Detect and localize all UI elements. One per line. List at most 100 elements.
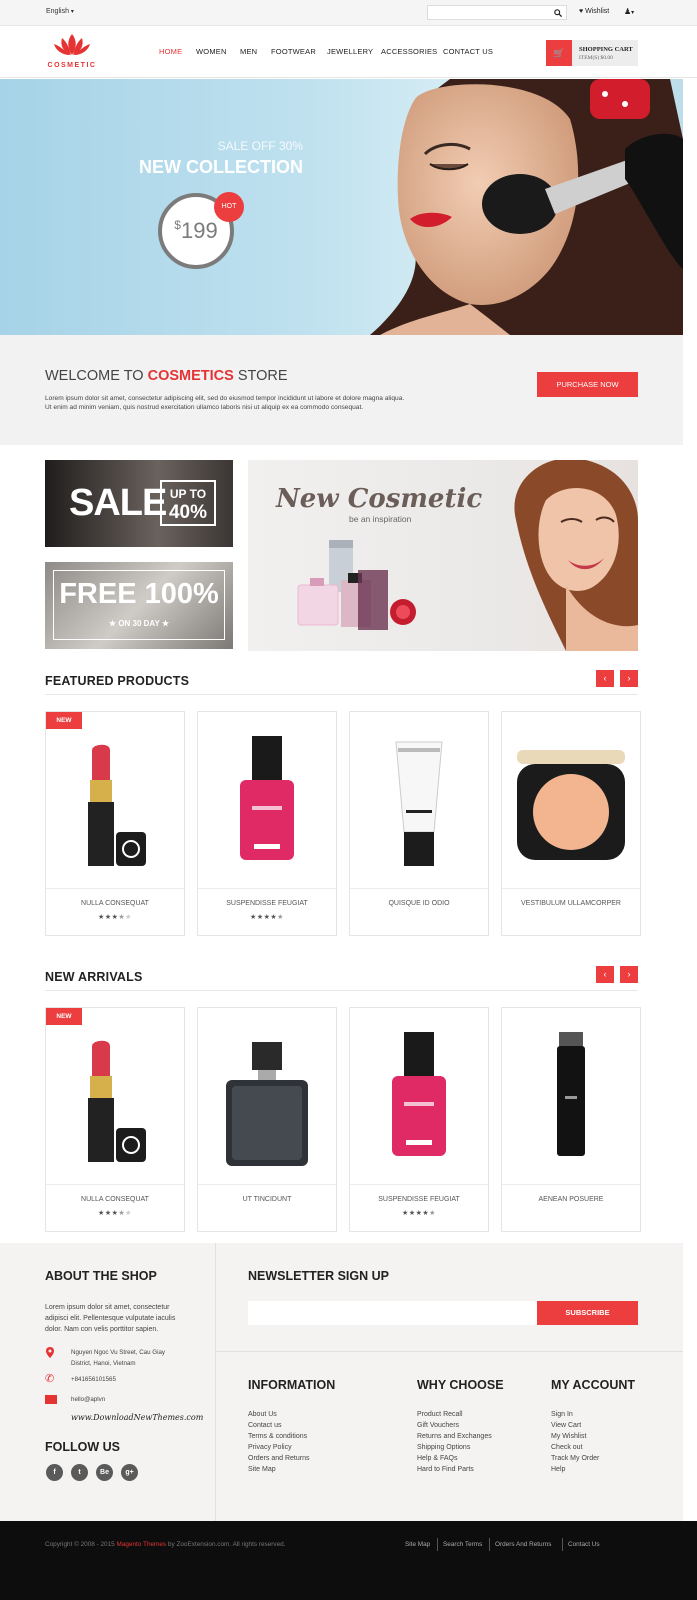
search-icon[interactable] — [554, 9, 562, 17]
bottom-link-site-map[interactable]: Site Map — [405, 1541, 430, 1548]
cart-icon: 🛒 — [546, 40, 572, 66]
product-image[interactable] — [198, 1008, 336, 1183]
logo-text: COSMETIC — [47, 62, 97, 69]
bottom-bar: Copyright © 2008 - 2015 Magento Themes b… — [0, 1521, 697, 1600]
arrival-product-card[interactable]: AENEAN POSUERE — [501, 1007, 641, 1232]
product-rating: ★★★★★ — [46, 913, 184, 921]
featured-product-card[interactable]: SUSPENDISSE FEUGIAT ★★★★★ — [197, 711, 337, 936]
footer-link[interactable]: About Us — [248, 1409, 277, 1420]
product-name[interactable]: SUSPENDISSE FEUGIAT — [198, 900, 336, 907]
copyright-brand[interactable]: Magento Themes — [117, 1541, 167, 1548]
why-choose-title: WHY CHOOSE — [417, 1378, 504, 1392]
new-cosmetic-banner[interactable]: New Cosmetic be an inspiration — [248, 460, 638, 651]
footer-link[interactable]: Contact us — [248, 1420, 281, 1431]
card-divider — [350, 888, 488, 889]
arrivals-next-button[interactable]: › — [620, 966, 638, 983]
arrival-product-card[interactable]: NEW NULLA CONSEQUAT ★★★★★ — [45, 1007, 185, 1232]
subscribe-button[interactable]: SUBSCRIBE — [537, 1301, 638, 1325]
card-divider — [350, 1184, 488, 1185]
bottom-link-search-terms[interactable]: Search Terms — [443, 1541, 482, 1548]
arrival-product-card[interactable]: SUSPENDISSE FEUGIAT ★★★★★ — [349, 1007, 489, 1232]
featured-product-card[interactable]: NEW NULLA CONSEQUAT ★★★★★ — [45, 711, 185, 936]
hero-banner[interactable]: SALE OFF 30% NEW COLLECTION $199 HOT — [0, 79, 683, 335]
twitter-icon[interactable]: t — [71, 1464, 88, 1481]
footer-link[interactable]: Product Recall — [417, 1409, 463, 1420]
product-image[interactable] — [350, 1008, 488, 1183]
footer-link[interactable]: Site Map — [248, 1464, 276, 1475]
follow-us-title: FOLLOW US — [45, 1440, 120, 1454]
footer-link[interactable]: View Cart — [551, 1420, 581, 1431]
product-image[interactable] — [350, 712, 488, 887]
new-cosmetic-sub: be an inspiration — [349, 514, 412, 524]
nav-accessories[interactable]: ACCESSORIES — [381, 47, 437, 56]
footer-link[interactable]: My Wishlist — [551, 1431, 586, 1442]
product-name[interactable]: NULLA CONSEQUAT — [46, 1196, 184, 1203]
nav-jewellery[interactable]: JEWELLERY — [327, 47, 373, 56]
welcome-text-2: Ut enim ad minim veniam, quis nostrud ex… — [45, 404, 364, 411]
footer-link[interactable]: Shipping Options — [417, 1442, 470, 1453]
wishlist-link[interactable]: ♥ Wishlist — [579, 8, 609, 15]
footer-link[interactable]: Help & FAQs — [417, 1453, 457, 1464]
product-image[interactable] — [502, 1008, 640, 1183]
card-divider — [502, 1184, 640, 1185]
footer-link[interactable]: Privacy Policy — [248, 1442, 292, 1453]
shopping-cart-button[interactable]: 🛒 SHOPPING CART ITEM(S) $0.00 — [546, 40, 638, 66]
search-input[interactable] — [427, 5, 567, 20]
product-name[interactable]: VESTIBULUM ULLAMCORPER — [502, 900, 640, 907]
newsletter-email-input[interactable] — [248, 1301, 537, 1325]
behance-icon[interactable]: Be — [96, 1464, 113, 1481]
footer-link[interactable]: Check out — [551, 1442, 583, 1453]
product-name[interactable]: AENEAN POSUERE — [502, 1196, 640, 1203]
logo[interactable]: COSMETIC — [46, 30, 98, 72]
product-image[interactable] — [198, 712, 336, 887]
account-menu[interactable]: ♟▾ — [624, 7, 634, 16]
arrivals-prev-button[interactable]: ‹ — [596, 966, 614, 983]
featured-prev-button[interactable]: ‹ — [596, 670, 614, 687]
nav-contact-us[interactable]: CONTACT US — [443, 47, 493, 56]
product-name[interactable]: SUSPENDISSE FEUGIAT — [350, 1196, 488, 1203]
product-name[interactable]: UT TINCIDUNT — [198, 1196, 336, 1203]
star-icon: ★ — [256, 914, 264, 921]
card-divider — [198, 888, 336, 889]
footer-horizontal-divider — [216, 1351, 683, 1352]
footer-link[interactable]: Orders and Returns — [248, 1453, 309, 1464]
welcome-title: WELCOME TO COSMETICS STORE — [45, 368, 288, 384]
product-image[interactable] — [502, 712, 640, 887]
facebook-icon[interactable]: f — [46, 1464, 63, 1481]
footer-link[interactable]: Help — [551, 1464, 565, 1475]
purchase-now-button[interactable]: PURCHASE NOW — [537, 372, 638, 397]
footer-link[interactable]: Track My Order — [551, 1453, 599, 1464]
address-line-2: District, Hanoi, Vietnam — [71, 1360, 136, 1367]
featured-product-card[interactable]: VESTIBULUM ULLAMCORPER — [501, 711, 641, 936]
featured-next-button[interactable]: › — [620, 670, 638, 687]
footer-link[interactable]: Gift Vouchers — [417, 1420, 459, 1431]
product-name[interactable]: QUISQUE ID ODIO — [350, 900, 488, 907]
sale-banner[interactable]: SALE UP TO 40% — [45, 460, 233, 547]
bottom-link-orders-returns[interactable]: Orders And Returns — [495, 1541, 551, 1548]
nav-footwear[interactable]: FOOTWEAR — [271, 47, 316, 56]
star-icon: ★ — [159, 619, 170, 628]
footer-link[interactable]: Returns and Exchanges — [417, 1431, 492, 1442]
footer-link[interactable]: Hard to Find Parts — [417, 1464, 474, 1475]
footer-link[interactable]: Terms & conditions — [248, 1431, 307, 1442]
nav-women[interactable]: WOMEN — [196, 47, 227, 56]
star-icon: ★ — [125, 1210, 132, 1217]
product-name[interactable]: NULLA CONSEQUAT — [46, 900, 184, 907]
star-icon: ★ — [408, 1210, 416, 1217]
star-icon: ★ — [125, 914, 132, 921]
nav-men[interactable]: MEN — [240, 47, 257, 56]
footer-link[interactable]: Sign In — [551, 1409, 573, 1420]
google-plus-icon[interactable]: g+ — [121, 1464, 138, 1481]
bottom-link-contact-us[interactable]: Contact Us — [568, 1541, 600, 1548]
welcome-title-brand: COSMETICS — [147, 368, 234, 384]
language-selector[interactable]: English ▾ — [46, 8, 74, 15]
email-address[interactable]: hello@aplvn — [71, 1394, 105, 1405]
featured-product-card[interactable]: QUISQUE ID ODIO — [349, 711, 489, 936]
free-banner[interactable]: FREE 100% ★ ON 30 DAY ★ — [45, 562, 233, 649]
nav-home[interactable]: HOME — [159, 47, 182, 56]
arrival-product-card[interactable]: UT TINCIDUNT — [197, 1007, 337, 1232]
product-image[interactable] — [46, 712, 184, 887]
phone-icon: ✆ — [45, 1373, 55, 1385]
product-image[interactable] — [46, 1008, 184, 1183]
my-account-title: MY ACCOUNT — [551, 1378, 636, 1392]
